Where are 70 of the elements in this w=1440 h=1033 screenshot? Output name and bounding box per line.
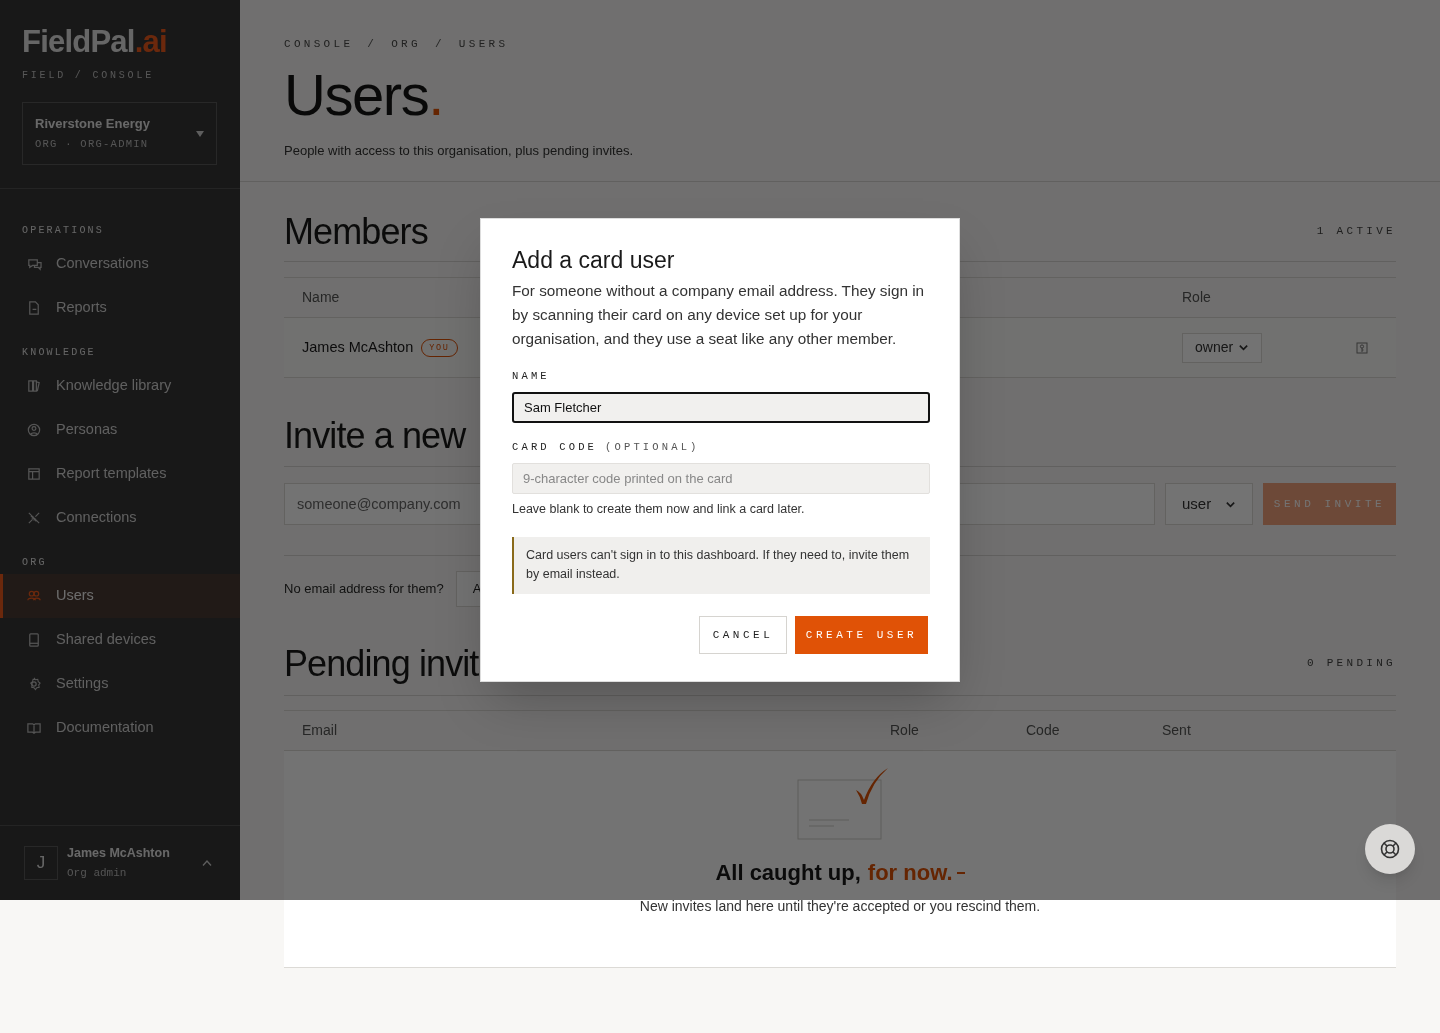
page-subtitle: People with access to this organisation, plus pending invites.	[284, 142, 634, 160]
breadcrumb-link[interactable]: ORG	[391, 35, 421, 53]
books-icon	[26, 378, 42, 394]
create-user-button[interactable]: CREATE USER	[795, 615, 928, 654]
prompt-text: No email address for them?	[284, 579, 444, 598]
caret-icon	[196, 130, 204, 137]
org-switcher[interactable]: Riverstone Energy ORG · ORG-ADMIN	[22, 102, 217, 165]
key-icon[interactable]	[1356, 341, 1368, 354]
role-select[interactable]: owner	[1182, 332, 1262, 363]
page-title: Users.	[284, 65, 443, 125]
tablet-icon	[26, 632, 42, 648]
lifebuoy-icon	[1380, 839, 1400, 859]
nav-item[interactable]: Reports	[0, 286, 240, 330]
section-label: KNOWLEDGE	[22, 347, 96, 358]
dialog-title: Add a card user	[512, 246, 676, 275]
field-label-note: (OPTIONAL)	[605, 440, 700, 456]
document-icon	[26, 300, 42, 316]
column-header: Role	[890, 721, 919, 740]
open-book-icon	[26, 720, 42, 736]
nav-item[interactable]: Conversations	[0, 242, 240, 286]
person-circle-icon	[26, 422, 42, 438]
nav-item[interactable]: Personas	[0, 408, 240, 452]
section-label: ORG	[22, 557, 47, 568]
field-label: NAME	[512, 369, 550, 385]
caret-up-icon[interactable]	[202, 860, 212, 866]
nav-item[interactable]: Report templates	[0, 452, 240, 496]
section-heading: Invite a new	[284, 416, 466, 456]
column-header: Name	[302, 288, 340, 307]
breadcrumb-separator: /	[367, 36, 378, 52]
nav-item[interactable]: Connections	[0, 496, 240, 540]
section-heading: Pending invit	[284, 643, 479, 684]
column-header: Code	[1026, 721, 1060, 740]
breadcrumb-separator: /	[434, 36, 445, 52]
nav-item[interactable]: Users	[0, 574, 240, 618]
nav-item[interactable]: Knowledge library	[0, 364, 240, 408]
nav-item[interactable]: Shared devices	[0, 618, 240, 662]
field-label: CARD CODE	[512, 440, 598, 456]
column-header: Sent	[1162, 721, 1191, 740]
breadcrumb-link[interactable]: USERS	[458, 35, 509, 53]
user-avatar: J	[24, 846, 58, 880]
chevron-down-icon	[1238, 342, 1249, 353]
help-text: Leave blank to create them now and link a card later.	[512, 501, 806, 518]
empty-state-text: New invites land here until they're accepted or you rescind them.	[639, 897, 1041, 916]
count-label: 1 ACTIVE	[1316, 224, 1396, 240]
logo: FieldPal.ai	[22, 26, 168, 58]
dialog-description: For someone without a company email address. They sign in by scanning their card on any device set up for your organisation, and they use a seat like any other member.	[512, 281, 926, 349]
breadcrumb-link[interactable]: CONSOLE	[284, 35, 354, 53]
nav-item[interactable]: Settings	[0, 662, 240, 706]
cancel-button[interactable]: CANCEL	[699, 615, 787, 654]
column-header: Role	[1182, 288, 1211, 307]
info-notice: Card users can't sign in to this dashboard. If they need to, invite them by email instead.	[512, 536, 930, 594]
layout-icon	[26, 466, 42, 482]
empty-state-title: All caught up,	[715, 859, 861, 887]
chat-bubbles-icon	[26, 256, 42, 272]
section-heading: Members	[284, 211, 428, 252]
org-role: ORG · ORG-ADMIN	[35, 136, 150, 152]
dash-mark	[956, 871, 965, 874]
section-label: OPERATIONS	[22, 225, 104, 236]
user-name: James McAshton	[67, 845, 170, 863]
text-input[interactable]: 9-character code printed on the card	[512, 463, 930, 494]
count-label: 0 PENDING	[1306, 656, 1396, 672]
plug-icon	[26, 510, 42, 526]
org-name: Riverstone Energy	[35, 115, 150, 134]
help-button[interactable]	[1365, 824, 1415, 874]
nav-item[interactable]: Documentation	[0, 706, 240, 750]
column-header: Email	[302, 721, 337, 740]
member-name: James McAshton	[302, 337, 414, 357]
app-tagline: FIELD / CONSOLE	[22, 70, 154, 82]
text-input[interactable]: Sam Fletcher	[512, 392, 930, 423]
empty-state-accent: for now.	[867, 859, 953, 887]
